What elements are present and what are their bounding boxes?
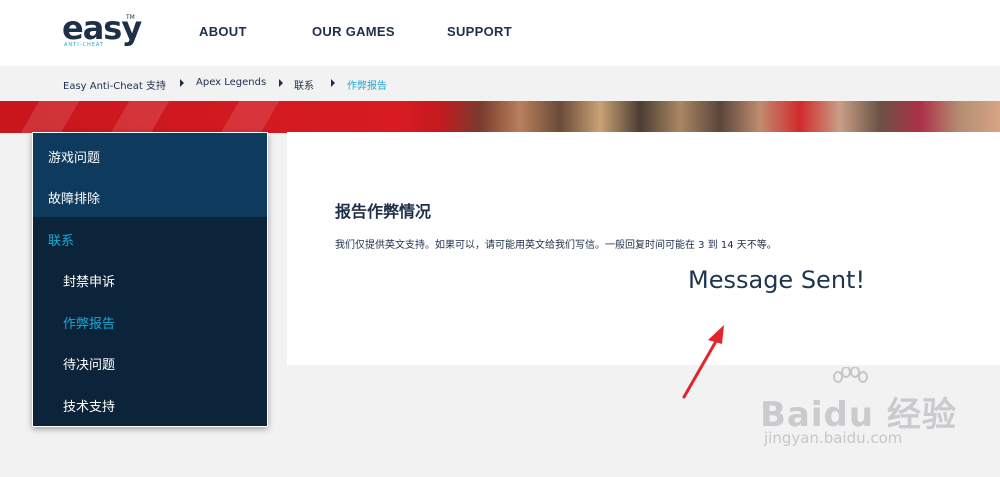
- banner-stripe: [110, 101, 170, 133]
- baidu-watermark: Baidu 经验 jingyan.baidu.com: [760, 367, 956, 457]
- chevron-right-icon: [180, 79, 184, 87]
- nav-our-games[interactable]: OUR GAMES: [312, 24, 395, 39]
- banner-stripe: [20, 101, 80, 133]
- sidebar-item-cheat-report[interactable]: 作弊报告: [33, 313, 267, 332]
- message-sent-status: Message Sent!: [688, 266, 866, 294]
- sidebar-nav: 游戏问题 故障排除 联系 封禁申诉 作弊报告 待决问题 技术支持: [32, 132, 268, 427]
- support-notice: 我们仅提供英文支持。如果可以，请可能用英文给我们写信。一般回复时间可能在 3 到…: [335, 240, 777, 251]
- easy-anti-cheat-logo[interactable]: easy TM ANTI-CHEAT: [62, 10, 142, 50]
- sidebar-item-ban-appeal[interactable]: 封禁申诉: [33, 271, 267, 290]
- sidebar-item-game-issues[interactable]: 游戏问题: [33, 147, 267, 166]
- sidebar-item-pending-issues[interactable]: 待决问题: [33, 354, 267, 373]
- breadcrumb-item-support[interactable]: Easy Anti-Cheat 支持: [63, 77, 166, 92]
- sidebar-item-contact[interactable]: 联系: [33, 230, 267, 249]
- content-card: 报告作弊情况 我们仅提供英文支持。如果可以，请可能用英文给我们写信。一般回复时间…: [287, 132, 1000, 365]
- page-title: 报告作弊情况: [335, 202, 432, 221]
- chevron-right-icon: [279, 79, 283, 87]
- nav-about[interactable]: ABOUT: [199, 24, 247, 39]
- site-header: easy TM ANTI-CHEAT ABOUT OUR GAMES SUPPO…: [0, 0, 1000, 66]
- nav-support[interactable]: SUPPORT: [447, 24, 512, 39]
- logo-subtext: ANTI-CHEAT: [64, 42, 104, 48]
- breadcrumb-item-game[interactable]: Apex Legends: [196, 77, 266, 88]
- hero-banner: [0, 101, 1000, 133]
- banner-stripe: [220, 101, 280, 133]
- breadcrumb: Easy Anti-Cheat 支持 Apex Legends 联系 作弊报告: [0, 66, 1000, 101]
- logo-trademark: TM: [126, 14, 135, 21]
- sidebar-item-tech-support[interactable]: 技术支持: [33, 396, 267, 415]
- breadcrumb-item-current: 作弊报告: [347, 81, 387, 92]
- breadcrumb-item-contact[interactable]: 联系: [294, 77, 314, 92]
- watermark-url: jingyan.baidu.com: [764, 429, 903, 447]
- chevron-right-icon: [331, 79, 335, 87]
- sidebar-item-troubleshooting[interactable]: 故障排除: [33, 188, 267, 207]
